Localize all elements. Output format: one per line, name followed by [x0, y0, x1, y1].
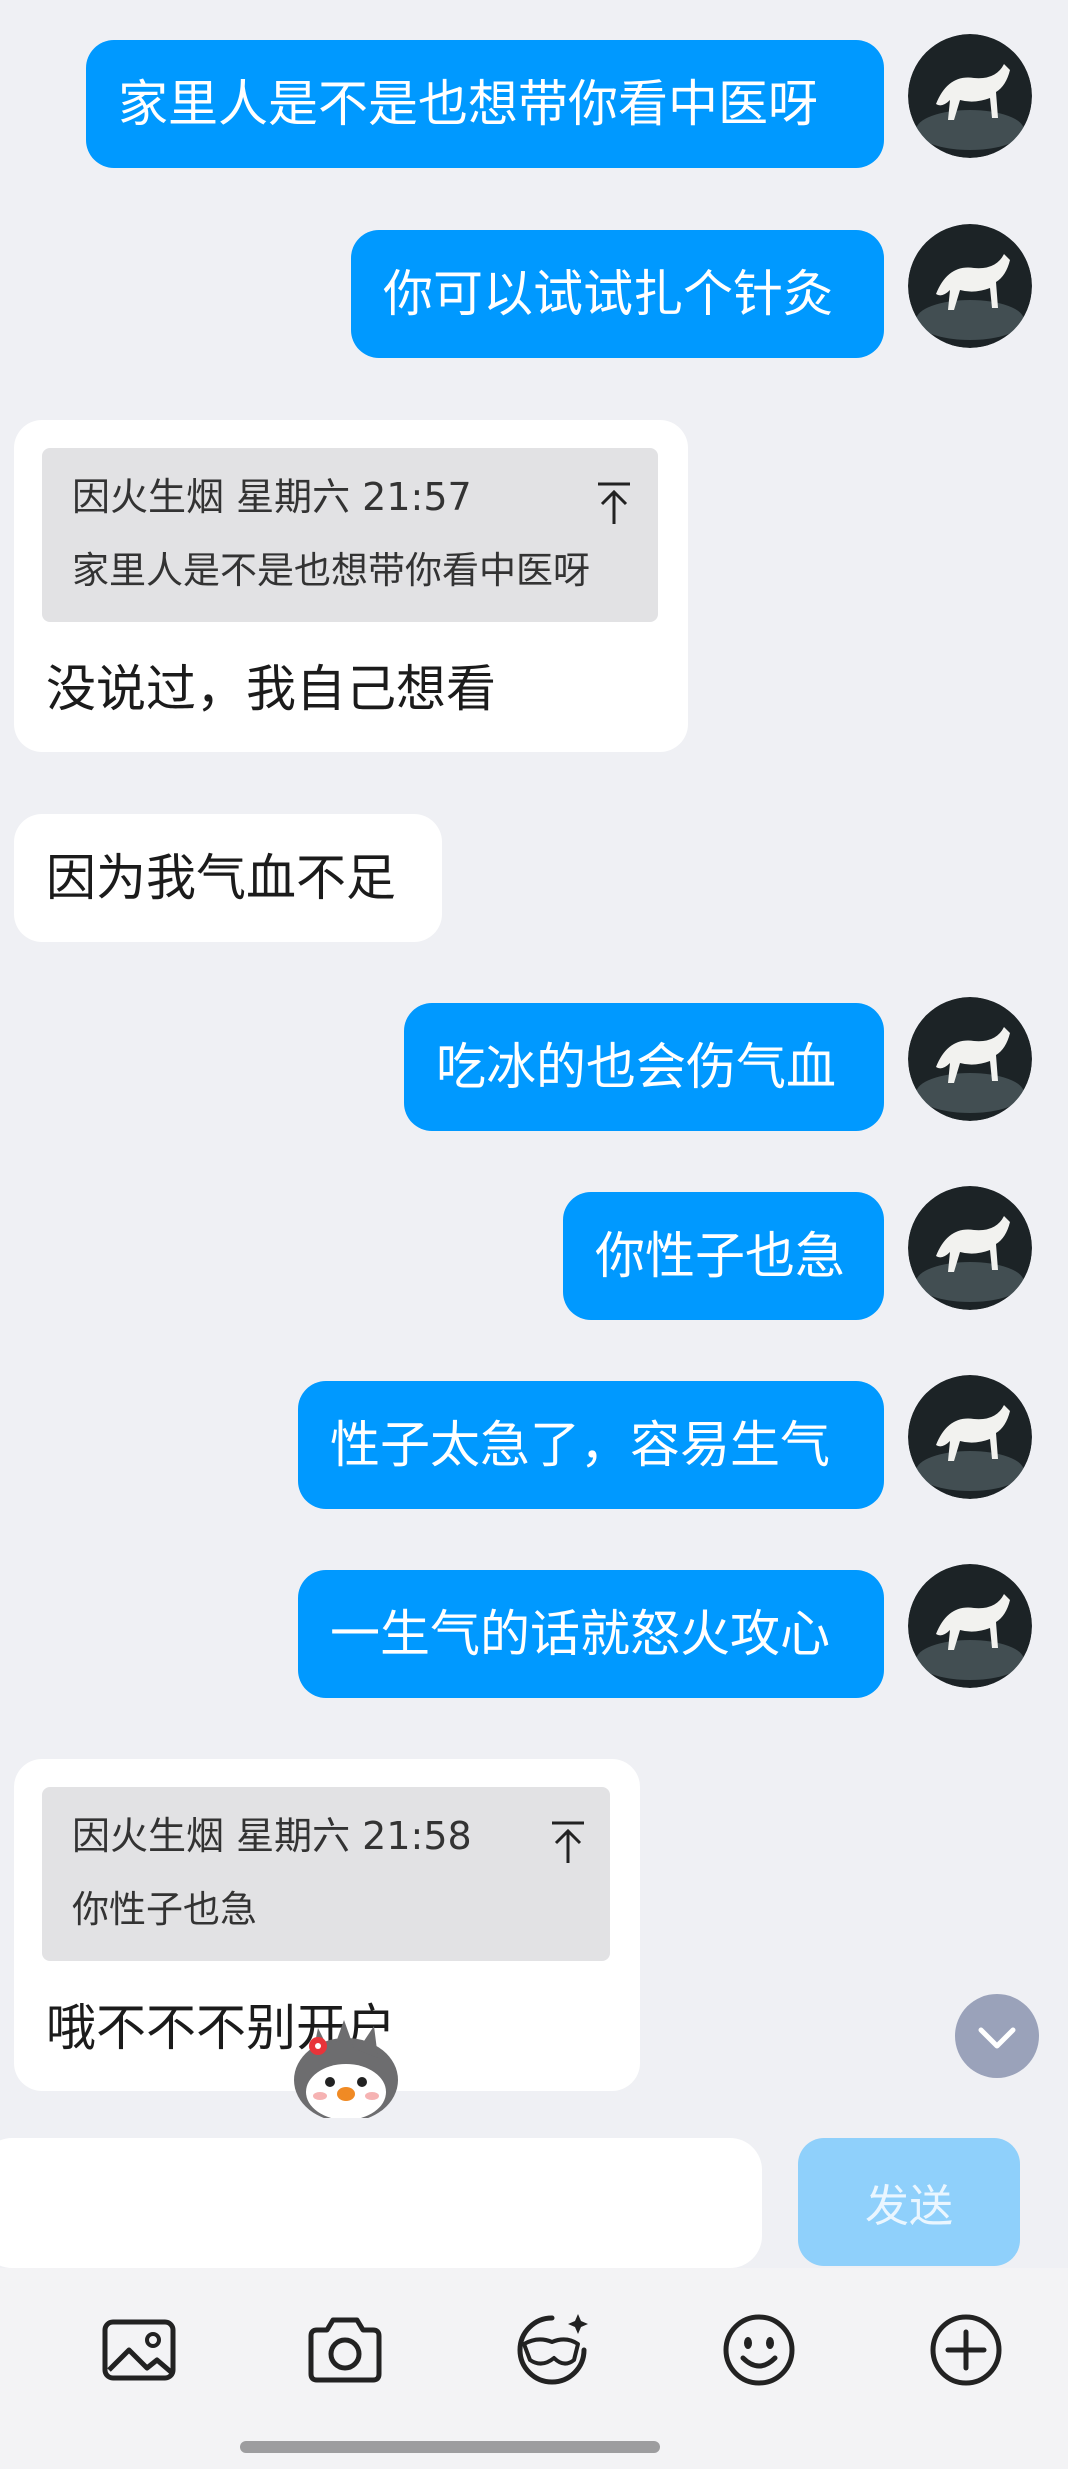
- message-input[interactable]: [0, 2138, 762, 2268]
- penguin-sticker-icon[interactable]: [282, 2018, 412, 2118]
- message-text: 性子太急了，容易生气: [330, 1416, 830, 1474]
- message-text: 家里人是不是也想带你看中医呀: [118, 75, 818, 133]
- jump-to-original-icon[interactable]: [548, 1819, 588, 1865]
- avatar[interactable]: [908, 34, 1032, 158]
- quoted-message[interactable]: 因火生烟 星期六 21:58 你性子也急: [42, 1787, 610, 1961]
- message-bubble-out[interactable]: 吃冰的也会伤气血: [404, 1003, 884, 1131]
- quote-text: 家里人是不是也想带你看中医呀: [72, 549, 590, 592]
- message-bubble-in[interactable]: 因火生烟 星期六 21:57 家里人是不是也想带你看中医呀 没说过，我自己想看: [14, 420, 688, 752]
- plus-icon[interactable]: [926, 2310, 1006, 2390]
- message-text: 没说过，我自己想看: [46, 660, 496, 718]
- quote-meta: 因火生烟 星期六 21:57: [72, 475, 472, 519]
- message-row-in: 因火生烟 星期六 21:58 你性子也急 哦不不不别开户: [0, 1759, 1068, 2091]
- message-row-out: 一生气的话就怒火攻心: [0, 1564, 1068, 1698]
- quote-meta: 因火生烟 星期六 21:58: [72, 1814, 472, 1858]
- avatar[interactable]: [908, 1375, 1032, 1499]
- message-bubble-out[interactable]: 家里人是不是也想带你看中医呀: [86, 40, 884, 168]
- message-bubble-out[interactable]: 你性子也急: [563, 1192, 884, 1320]
- image-icon[interactable]: [99, 2310, 179, 2390]
- input-bar: 发送: [0, 2118, 1068, 2268]
- message-row-out: 家里人是不是也想带你看中医呀: [0, 34, 1068, 168]
- emoji-icon[interactable]: [719, 2310, 799, 2390]
- camera-icon[interactable]: [305, 2310, 385, 2390]
- message-bubble-out[interactable]: 一生气的话就怒火攻心: [298, 1570, 884, 1698]
- message-row-in: 因火生烟 星期六 21:57 家里人是不是也想带你看中医呀 没说过，我自己想看: [0, 420, 1068, 752]
- message-row-out: 性子太急了，容易生气: [0, 1375, 1068, 1509]
- sticker-icon[interactable]: [512, 2310, 592, 2390]
- message-bubble-out[interactable]: 你可以试试扎个针灸: [351, 230, 884, 358]
- message-row-out: 你可以试试扎个针灸: [0, 224, 1068, 358]
- quoted-message[interactable]: 因火生烟 星期六 21:57 家里人是不是也想带你看中医呀: [42, 448, 658, 622]
- home-indicator[interactable]: [240, 2441, 660, 2453]
- message-text: 吃冰的也会伤气血: [436, 1038, 836, 1096]
- message-bubble-in[interactable]: 因为我气血不足: [14, 814, 442, 942]
- message-row-out: 吃冰的也会伤气血: [0, 997, 1068, 1131]
- message-row-out: 你性子也急: [0, 1186, 1068, 1320]
- message-text: 一生气的话就怒火攻心: [330, 1605, 830, 1663]
- avatar[interactable]: [908, 224, 1032, 348]
- message-text: 你性子也急: [595, 1227, 845, 1285]
- message-row-in: 因为我气血不足: [0, 814, 1068, 942]
- message-bubble-out[interactable]: 性子太急了，容易生气: [298, 1381, 884, 1509]
- send-button[interactable]: 发送: [798, 2138, 1020, 2266]
- avatar[interactable]: [908, 1564, 1032, 1688]
- jump-to-original-icon[interactable]: [594, 480, 634, 526]
- chevron-down-icon: [978, 2027, 1016, 2049]
- message-text: 因为我气血不足: [46, 849, 396, 907]
- toolbar: [0, 2268, 1068, 2469]
- scroll-to-bottom-button[interactable]: [955, 1994, 1039, 2078]
- avatar[interactable]: [908, 1186, 1032, 1310]
- message-text: 你可以试试扎个针灸: [383, 265, 833, 323]
- avatar[interactable]: [908, 997, 1032, 1121]
- quote-text: 你性子也急: [72, 1888, 257, 1931]
